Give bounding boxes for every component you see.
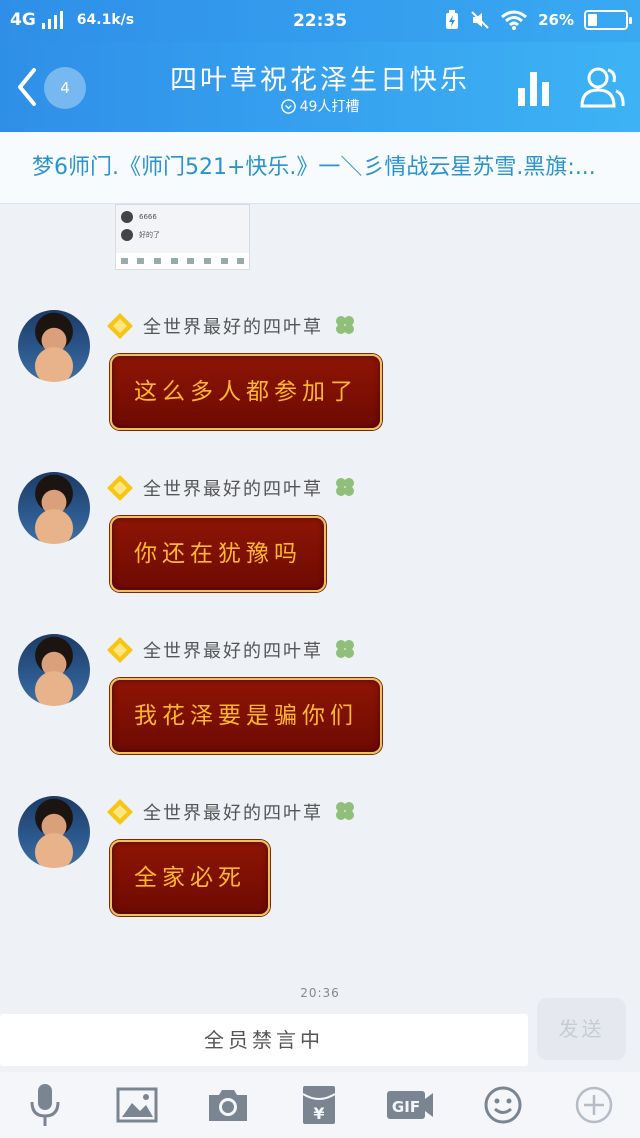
avatar[interactable] bbox=[18, 472, 90, 544]
thumbnail-row: 6666 bbox=[116, 208, 249, 226]
diamond-badge-icon bbox=[107, 637, 133, 663]
send-button[interactable]: 发送 bbox=[537, 998, 626, 1060]
voice-button[interactable] bbox=[18, 1080, 72, 1130]
sender-name[interactable]: 全世界最好的四叶草 bbox=[143, 799, 323, 825]
diamond-badge-icon bbox=[107, 799, 133, 825]
battery-percent: 26% bbox=[538, 11, 574, 29]
chevron-down-circle-icon bbox=[280, 98, 296, 114]
message-input-muted[interactable]: 全员禁言中 bbox=[0, 1014, 528, 1066]
message-list[interactable]: 6666 好的了 全世界最好的四叶草 这么多人都参加了 全世界最好的四叶草 你还… bbox=[0, 204, 640, 1014]
emoji-icon bbox=[484, 1086, 522, 1124]
unread-badge[interactable]: 4 bbox=[44, 67, 86, 109]
avatar[interactable] bbox=[18, 634, 90, 706]
member-info[interactable]: 49人打槽 bbox=[120, 96, 520, 116]
message-item: 全世界最好的四叶草 全家必死 bbox=[0, 796, 640, 936]
gif-icon: GIF bbox=[387, 1091, 433, 1119]
title-bar: 4 四叶草祝花泽生日快乐 49人打槽 bbox=[0, 42, 640, 132]
gif-label: GIF bbox=[392, 1098, 420, 1116]
sender-name[interactable]: 全世界最好的四叶草 bbox=[143, 637, 323, 663]
clover-icon bbox=[336, 802, 354, 820]
wifi-icon bbox=[501, 10, 528, 30]
bar-chart-icon[interactable] bbox=[514, 68, 554, 108]
camera-icon bbox=[209, 1090, 247, 1121]
thumbnail-avatar bbox=[121, 229, 133, 241]
group-members-icon[interactable] bbox=[578, 64, 626, 110]
message-item: 全世界最好的四叶草 这么多人都参加了 bbox=[0, 310, 640, 450]
message-bubble[interactable]: 我花泽要是骗你们 bbox=[110, 678, 382, 754]
message-bubble[interactable]: 全家必死 bbox=[110, 840, 270, 916]
microphone-icon bbox=[30, 1084, 60, 1126]
red-packet-button[interactable]: ¥ bbox=[292, 1080, 346, 1130]
status-bar: 4G 64.1k/s 22:35 26% bbox=[0, 0, 640, 42]
diamond-badge-icon bbox=[107, 313, 133, 339]
thumbnail-text: 6666 bbox=[139, 213, 157, 221]
group-title: 四叶草祝花泽生日快乐 bbox=[170, 65, 470, 96]
thumbnail-toolbar bbox=[116, 253, 249, 269]
member-count: 49人打槽 bbox=[299, 99, 360, 115]
more-button[interactable] bbox=[567, 1080, 621, 1130]
thumbnail-avatar bbox=[121, 211, 133, 223]
gif-button[interactable]: GIF bbox=[383, 1080, 437, 1130]
clover-icon bbox=[336, 316, 354, 334]
input-toolbar: ¥ GIF bbox=[0, 1072, 640, 1138]
sender-name[interactable]: 全世界最好的四叶草 bbox=[143, 475, 323, 501]
image-icon bbox=[116, 1087, 158, 1123]
image-button[interactable] bbox=[110, 1080, 164, 1130]
thumbnail-text: 好的了 bbox=[139, 231, 160, 239]
svg-text:¥: ¥ bbox=[313, 1104, 324, 1123]
status-right: 26% bbox=[444, 10, 632, 30]
sender-name[interactable]: 全世界最好的四叶草 bbox=[143, 313, 323, 339]
message-bubble[interactable]: 这么多人都参加了 bbox=[110, 354, 382, 430]
mute-icon bbox=[471, 11, 489, 29]
red-packet-icon: ¥ bbox=[302, 1086, 336, 1124]
charging-icon bbox=[446, 10, 459, 29]
clover-icon bbox=[336, 640, 354, 658]
thumbnail-row: 好的了 bbox=[116, 226, 249, 244]
avatar[interactable] bbox=[18, 796, 90, 868]
screenshot-thumbnail[interactable]: 6666 好的了 bbox=[115, 204, 250, 270]
group-announcement[interactable]: 梦6师门.《师门521+快乐.》一＼彡情战云星苏雪.黑旗:... bbox=[0, 132, 640, 204]
message-item: 全世界最好的四叶草 我花泽要是骗你们 bbox=[0, 634, 640, 774]
diamond-badge-icon bbox=[107, 475, 133, 501]
plus-icon bbox=[575, 1086, 613, 1124]
camera-button[interactable] bbox=[201, 1080, 255, 1130]
battery-icon bbox=[584, 10, 632, 30]
avatar[interactable] bbox=[18, 310, 90, 382]
message-item: 全世界最好的四叶草 你还在犹豫吗 bbox=[0, 472, 640, 612]
clover-icon bbox=[336, 478, 354, 496]
message-bubble[interactable]: 你还在犹豫吗 bbox=[110, 516, 326, 592]
emoji-button[interactable] bbox=[476, 1080, 530, 1130]
